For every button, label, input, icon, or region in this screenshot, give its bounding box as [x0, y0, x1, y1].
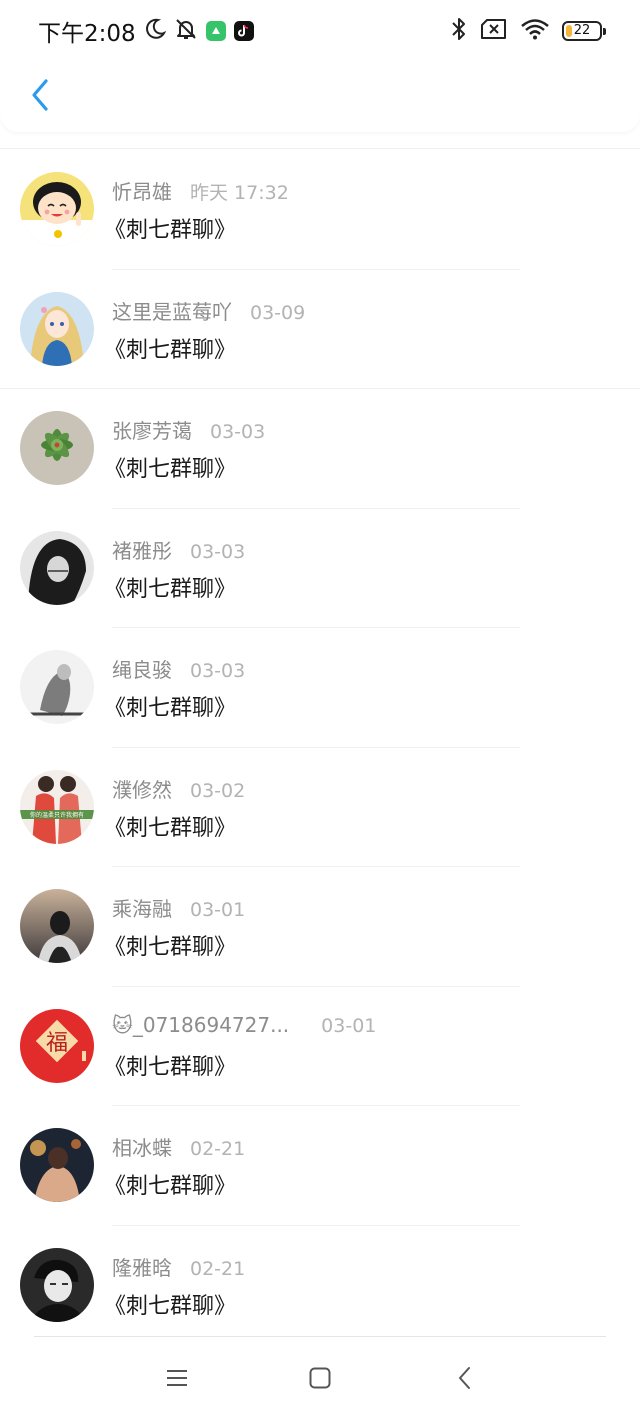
status-right: 22 — [450, 16, 606, 46]
contact-name: 相冰蝶 — [112, 1136, 172, 1160]
row-header: 濮修然 03-02 — [112, 774, 245, 803]
night-photo-avatar — [20, 1128, 94, 1202]
list-item[interactable]: 张廖芳蔼 03-03 《刺七群聊》 — [0, 389, 640, 509]
list-item[interactable]: 福 🐱_0718694727... 03-01 《刺七群聊》 — [0, 987, 640, 1106]
contact-name: 乘海融 — [112, 897, 172, 921]
anime-girl-avatar — [20, 291, 94, 366]
back-nav-button[interactable] — [445, 1364, 485, 1396]
top-header — [0, 62, 640, 132]
cartoon-girl-avatar — [20, 172, 94, 246]
row-time: 02-21 — [190, 1257, 246, 1280]
wifi-icon — [520, 18, 550, 44]
home-button[interactable] — [300, 1364, 340, 1396]
menu-icon — [165, 1368, 189, 1392]
list-item[interactable]: 褚雅彤 03-03 《刺七群聊》 — [0, 509, 640, 628]
contact-name: 这里是蓝莓吖 — [112, 299, 232, 324]
chat-list: 忻昂雄 昨天 17:32 《刺七群聊》 这里是蓝莓吖 03-09 《刺七群聊》 — [0, 150, 640, 1345]
app-notification-icon — [205, 21, 226, 41]
status-left: 下午2:08 — [38, 14, 254, 48]
status-time: 下午2:08 — [38, 21, 136, 47]
row-message: 《刺七群聊》 — [104, 815, 237, 841]
row-time: 03-03 — [210, 421, 266, 443]
status-bar: 下午2:08 22 — [0, 0, 640, 62]
no-sim-icon — [480, 18, 508, 44]
bluetooth-icon — [450, 16, 468, 46]
battery-icon: 22 — [562, 21, 606, 41]
row-message: 《刺七群聊》 — [104, 1174, 237, 1199]
contact-name: 忻昂雄 — [112, 180, 172, 204]
nav-divider — [34, 1336, 606, 1337]
list-item[interactable]: 忻昂雄 昨天 17:32 《刺七群聊》 — [0, 150, 640, 270]
couple-avatar-caption: 你的温柔只许我拥有 — [30, 811, 84, 819]
row-header: 这里是蓝莓吖 03-09 — [112, 296, 305, 325]
mute-bell-icon — [174, 17, 198, 45]
contact-name: 🐱_0718694727... — [112, 1012, 290, 1037]
row-message: 《刺七群聊》 — [104, 576, 237, 602]
row-time: 03-03 — [190, 660, 246, 682]
list-item[interactable]: 你的温柔只许我拥有 濮修然 03-02 《刺七群聊》 — [0, 748, 640, 867]
contact-name: 褚雅彤 — [112, 538, 172, 563]
header-divider — [0, 148, 640, 149]
fu-avatar: 福 — [20, 1008, 94, 1083]
row-time: 03-02 — [190, 779, 246, 802]
row-message: 《刺七群聊》 — [104, 218, 237, 243]
bw-portrait-avatar — [20, 530, 94, 605]
row-time: 03-01 — [190, 899, 246, 921]
row-time: 03-09 — [250, 301, 306, 324]
dusk-portrait-avatar — [20, 889, 94, 963]
list-item[interactable]: 绳良骏 03-03 《刺七群聊》 — [0, 628, 640, 748]
row-message: 《刺七群聊》 — [104, 457, 237, 482]
row-time: 03-03 — [190, 540, 246, 563]
chevron-left-icon — [30, 78, 50, 116]
row-header: 相冰蝶 02-21 — [112, 1132, 245, 1161]
fu-character: 福 — [46, 1031, 68, 1056]
row-message: 《刺七群聊》 — [104, 1293, 237, 1319]
row-message: 《刺七群聊》 — [104, 935, 237, 960]
list-item[interactable]: 这里是蓝莓吖 03-09 《刺七群聊》 — [0, 270, 640, 389]
contact-name: 濮修然 — [112, 777, 172, 802]
contact-name: 张廖芳蔼 — [112, 419, 192, 443]
moon-icon — [144, 18, 166, 44]
row-header: 绳良骏 03-03 — [112, 654, 245, 683]
back-button[interactable] — [20, 76, 60, 118]
battery-level: 22 — [573, 23, 591, 38]
dark-portrait-avatar — [20, 1247, 94, 1322]
succulent-avatar — [20, 411, 94, 485]
row-header: 张廖芳蔼 03-03 — [112, 415, 265, 444]
row-header: 忻昂雄 昨天 17:32 — [112, 176, 289, 205]
system-nav-bar — [0, 1336, 640, 1422]
row-message: 《刺七群聊》 — [104, 1054, 237, 1080]
list-item[interactable]: 乘海融 03-01 《刺七群聊》 — [0, 867, 640, 987]
row-time: 03-01 — [321, 1014, 377, 1037]
home-icon — [308, 1366, 332, 1394]
row-message: 《刺七群聊》 — [104, 696, 237, 721]
couple-avatar: 你的温柔只许我拥有 — [20, 769, 94, 844]
list-item[interactable]: 相冰蝶 02-21 《刺七群聊》 — [0, 1106, 640, 1226]
menu-button[interactable] — [157, 1364, 197, 1396]
row-header: 乘海融 03-01 — [112, 893, 245, 922]
row-time: 昨天 17:32 — [190, 182, 289, 204]
back-icon — [457, 1365, 473, 1395]
contact-name: 绳良骏 — [112, 658, 172, 682]
row-message: 《刺七群聊》 — [104, 337, 237, 363]
row-time: 02-21 — [190, 1138, 246, 1160]
row-header: 褚雅彤 03-03 — [112, 535, 245, 564]
row-header: 🐱_0718694727... 03-01 — [112, 1013, 376, 1037]
row-header: 隆雅晗 02-21 — [112, 1252, 245, 1281]
bw-figure-avatar — [20, 650, 94, 724]
tiktok-icon — [233, 21, 254, 41]
contact-name: 隆雅晗 — [112, 1255, 172, 1280]
list-item[interactable]: 隆雅晗 02-21 《刺七群聊》 — [0, 1226, 640, 1346]
